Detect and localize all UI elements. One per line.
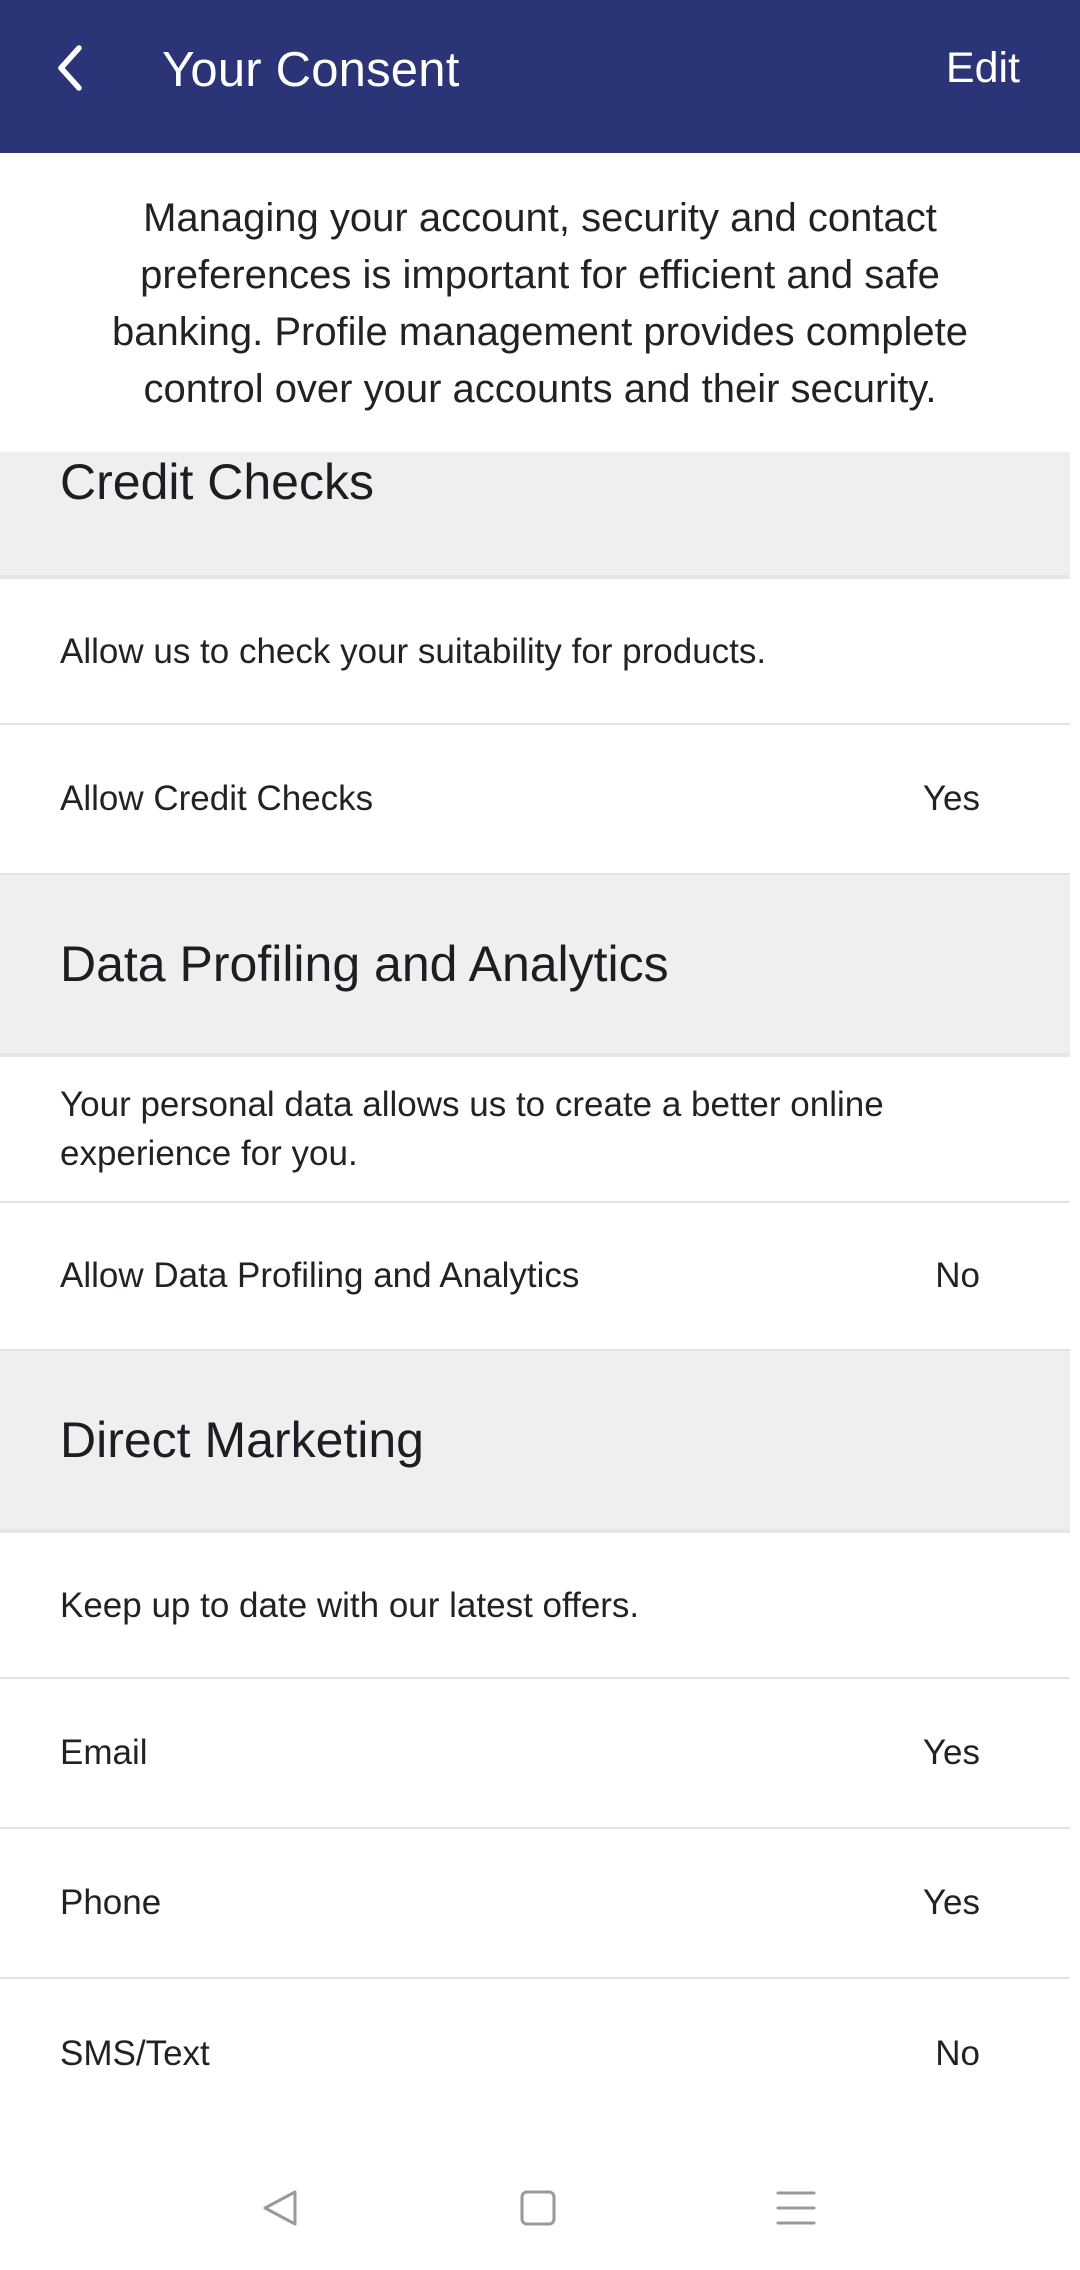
back-button[interactable] (40, 30, 100, 110)
consent-label: Phone (60, 1883, 162, 1922)
consent-row-sms[interactable]: SMS/Text No (0, 1979, 1070, 2129)
nav-home-button[interactable] (498, 2172, 578, 2248)
nav-menu-button[interactable] (756, 2172, 836, 2248)
section-title: Data Profiling and Analytics (60, 936, 669, 992)
consent-value: No (935, 1256, 980, 1295)
consent-row-phone[interactable]: Phone Yes (0, 1829, 1070, 1979)
chevron-left-icon (55, 44, 85, 97)
system-navigation-bar (0, 2150, 1080, 2270)
consent-value: Yes (922, 1733, 980, 1772)
consent-row-credit-checks[interactable]: Allow Credit Checks Yes (0, 725, 1070, 875)
section-header-data-profiling: Data Profiling and Analytics (0, 875, 1070, 1057)
intro-text: Managing your account, security and cont… (111, 196, 969, 411)
nav-back-button[interactable] (240, 2172, 320, 2248)
section-title: Direct Marketing (60, 1412, 424, 1468)
description-text: Allow us to check your suitability for p… (60, 631, 767, 671)
description-text: Your personal data allows us to create a… (60, 1085, 884, 1173)
edit-button[interactable]: Edit (946, 36, 1020, 100)
section-description: Your personal data allows us to create a… (0, 1057, 1070, 1203)
section-description: Allow us to check your suitability for p… (0, 579, 1070, 725)
consent-label: Allow Credit Checks (60, 779, 374, 818)
consent-value: No (935, 2034, 980, 2073)
description-text: Keep up to date with our latest offers. (60, 1585, 640, 1625)
app-bar: Your Consent Edit (0, 0, 1080, 153)
section-description: Keep up to date with our latest offers. (0, 1533, 1070, 1679)
section-header-direct-marketing: Direct Marketing (0, 1351, 1070, 1533)
consent-label: Email (60, 1733, 148, 1772)
consent-value: Yes (922, 1883, 980, 1922)
consent-row-email[interactable]: Email Yes (0, 1679, 1070, 1829)
consent-label: SMS/Text (60, 2034, 210, 2073)
menu-lines-icon (775, 2187, 817, 2234)
section-title: Credit Checks (60, 454, 374, 510)
consent-label: Allow Data Profiling and Analytics (60, 1256, 580, 1295)
consent-value: Yes (922, 779, 980, 818)
home-square-icon (517, 2187, 559, 2234)
page-title: Your Consent (162, 43, 460, 97)
consent-row-data-profiling[interactable]: Allow Data Profiling and Analytics No (0, 1203, 1070, 1351)
consent-list: Credit Checks Allow us to check your sui… (0, 452, 1070, 2129)
back-triangle-icon (259, 2187, 301, 2234)
section-header-credit-checks: Credit Checks (0, 452, 1070, 579)
